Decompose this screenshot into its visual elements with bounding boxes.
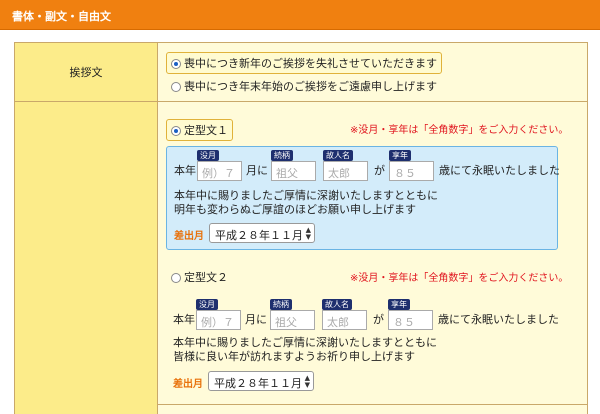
template-2-notice: ※没月・享年は「全角数字」をご入力ください。 — [350, 273, 569, 284]
send-month-label: 差出月 — [174, 231, 204, 242]
age-input[interactable]: ８５ — [388, 310, 433, 330]
select-arrows-icon: ▲ ▼ — [304, 374, 310, 389]
row-divider — [158, 404, 588, 405]
template-1-panel: 本年 没月 例）７ 月に 続柄 祖父 故人名 太郎 が 享年 ８５ 歳にて永眠い… — [166, 146, 560, 250]
section-header: 書体・副文・自由文 — [0, 0, 600, 30]
body-line-2: 皆様に良い年が訪れますようお祈り申し上げます — [173, 350, 415, 363]
age-suffix: 歳にて永眠いたしました — [438, 313, 559, 326]
greeting-option-2[interactable]: 喪中につき年末年始のご挨拶をご遠慮申し上げます — [171, 78, 437, 94]
age-input[interactable]: ８５ — [389, 161, 434, 181]
template-1-option[interactable]: 定型文１ — [166, 119, 233, 141]
radio-selected-icon[interactable] — [171, 126, 181, 136]
age-suffix: 歳にて永眠いたしました — [439, 164, 560, 177]
radio-unselected-icon[interactable] — [171, 273, 181, 283]
radio-selected-icon[interactable] — [171, 59, 181, 69]
send-month-value: 平成２８年１１月 — [215, 229, 303, 242]
relation-tag: 続柄 — [270, 299, 292, 310]
templates-cell: 定型文１ ※没月・享年は「全角数字」をご入力ください。 本年 没月 例）７ 月に… — [158, 102, 588, 414]
month-tag: 没月 — [197, 150, 219, 161]
greeting-label-cell: 挨拶文 — [14, 42, 158, 102]
templates-label-cell — [14, 102, 158, 414]
prefix-text: 本年 — [173, 313, 195, 326]
greeting-options-cell: 喪中につき新年のご挨拶を失礼させていただきます 喪中につき年末年始のご挨拶をご遠… — [158, 42, 588, 102]
send-month-select[interactable]: 平成２８年１１月 ▲ ▼ — [209, 223, 315, 243]
relation-tag: 続柄 — [271, 150, 293, 161]
radio-unselected-icon[interactable] — [171, 82, 181, 92]
month-input[interactable]: 例）７ — [197, 161, 242, 181]
template-1-notice: ※没月・享年は「全角数字」をご入力ください。 — [350, 125, 569, 136]
deceased-name-tag: 故人名 — [322, 299, 352, 310]
deceased-name-input[interactable]: 太郎 — [322, 310, 367, 330]
template-2-label: 定型文２ — [184, 271, 228, 284]
age-tag: 享年 — [388, 299, 410, 310]
month-suffix: 月に — [246, 164, 268, 177]
month-suffix: 月に — [245, 313, 267, 326]
particle-text: が — [373, 313, 384, 326]
month-tag: 没月 — [196, 299, 218, 310]
greeting-label: 挨拶文 — [69, 66, 103, 79]
greeting-option-2-label: 喪中につき年末年始のご挨拶をご遠慮申し上げます — [184, 80, 437, 93]
month-input[interactable]: 例）７ — [196, 310, 241, 330]
send-month-label: 差出月 — [173, 379, 203, 390]
section-title: 書体・副文・自由文 — [12, 10, 111, 23]
deceased-name-tag: 故人名 — [323, 150, 353, 161]
greeting-option-1-label: 喪中につき新年のご挨拶を失礼させていただきます — [184, 57, 437, 70]
age-tag: 享年 — [389, 150, 411, 161]
send-month-select[interactable]: 平成２８年１１月 ▲ ▼ — [208, 371, 314, 391]
body-line-2: 明年も変わらぬご厚誼のほどお願い申し上げます — [174, 203, 416, 216]
relation-input[interactable]: 祖父 — [271, 161, 316, 181]
relation-input[interactable]: 祖父 — [270, 310, 315, 330]
select-arrows-icon: ▲ ▼ — [305, 226, 311, 241]
template-1-label: 定型文１ — [184, 124, 228, 137]
particle-text: が — [374, 164, 385, 177]
send-month-value: 平成２８年１１月 — [214, 377, 302, 390]
template-2-panel: 本年 没月 例）７ 月に 続柄 祖父 故人名 太郎 が 享年 ８５ 歳にて永眠い… — [166, 296, 559, 396]
deceased-name-input[interactable]: 太郎 — [323, 161, 368, 181]
template-2-option[interactable]: 定型文２ — [171, 269, 228, 285]
prefix-text: 本年 — [174, 164, 196, 177]
greeting-option-1[interactable]: 喪中につき新年のご挨拶を失礼させていただきます — [166, 52, 442, 74]
